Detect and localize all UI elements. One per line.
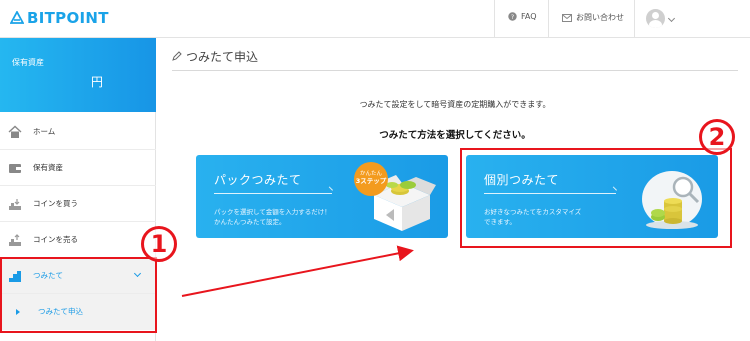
pencil-icon bbox=[172, 51, 182, 61]
sidebar-item-holdings[interactable]: 保有資産 bbox=[0, 150, 156, 186]
header-divider bbox=[548, 0, 549, 38]
logo-text: BITPOINT bbox=[27, 9, 109, 27]
card-title: パックつみたて bbox=[214, 173, 302, 187]
sidebar-item-label: コインを買う bbox=[33, 199, 78, 208]
card-arrow-line bbox=[214, 193, 332, 194]
user-avatar[interactable] bbox=[646, 9, 665, 28]
home-icon bbox=[8, 125, 22, 138]
header-divider bbox=[634, 0, 635, 38]
page-header: つみたて申込 bbox=[172, 44, 738, 71]
coin-sell-icon bbox=[9, 234, 21, 246]
logo-mark-icon bbox=[10, 11, 24, 24]
asset-label: 保有資産 bbox=[12, 58, 44, 67]
badge-line: 3ステップ bbox=[355, 177, 387, 185]
svg-text:?: ? bbox=[511, 13, 514, 21]
sidebar-item-label: コインを売る bbox=[33, 235, 78, 244]
top-header: BITPOINT ? FAQ お問い合わせ bbox=[0, 0, 750, 38]
sidebar-item-home[interactable]: ホーム bbox=[0, 114, 156, 150]
contact-link[interactable]: お問い合わせ bbox=[562, 12, 624, 23]
wallet-icon bbox=[9, 164, 21, 173]
asset-value: 円 bbox=[91, 75, 104, 89]
intro-text: つみたて設定をして暗号資産の定期購入ができます。 bbox=[359, 100, 551, 109]
coin-buy-icon bbox=[9, 199, 21, 210]
annotation-highlight-individual-card bbox=[460, 148, 732, 248]
choose-method-heading: つみたて方法を選択してください。 bbox=[379, 130, 531, 141]
question-circle-icon: ? bbox=[508, 12, 517, 21]
sidebar-item-label: ホーム bbox=[33, 127, 56, 136]
contact-label: お問い合わせ bbox=[576, 13, 624, 22]
card-description: パックを選択して金額を入力するだけ！ かんたんつみたて設定。 bbox=[214, 207, 331, 227]
sidebar-item-sell-coin[interactable]: コインを売る bbox=[0, 222, 156, 258]
card-desc-line: パックを選択して金額を入力するだけ！ bbox=[214, 208, 331, 216]
faq-label: FAQ bbox=[521, 12, 537, 21]
faq-link[interactable]: ? FAQ bbox=[508, 12, 537, 21]
asset-summary-card[interactable]: 保有資産 円 bbox=[0, 38, 156, 112]
bitpoint-logo[interactable]: BITPOINT bbox=[10, 9, 109, 27]
sidebar-item-buy-coin[interactable]: コインを買う bbox=[0, 186, 156, 222]
annotation-highlight-sidebar bbox=[0, 257, 157, 333]
mail-icon bbox=[562, 13, 572, 22]
chevron-down-icon[interactable] bbox=[667, 14, 676, 23]
page-title: つみたて申込 bbox=[186, 50, 259, 64]
pack-tsumitate-card[interactable]: パックつみたて パックを選択して金額を入力するだけ！ かんたんつみたて設定。 bbox=[196, 155, 448, 238]
sidebar-item-label: 保有資産 bbox=[33, 163, 63, 172]
annotation-step-number: 2 bbox=[699, 119, 735, 155]
header-divider bbox=[494, 0, 495, 38]
three-steps-badge: かんたん 3ステップ bbox=[354, 162, 388, 196]
card-desc-line: かんたんつみたて設定。 bbox=[214, 218, 286, 226]
annotation-step-number: 1 bbox=[141, 226, 177, 262]
